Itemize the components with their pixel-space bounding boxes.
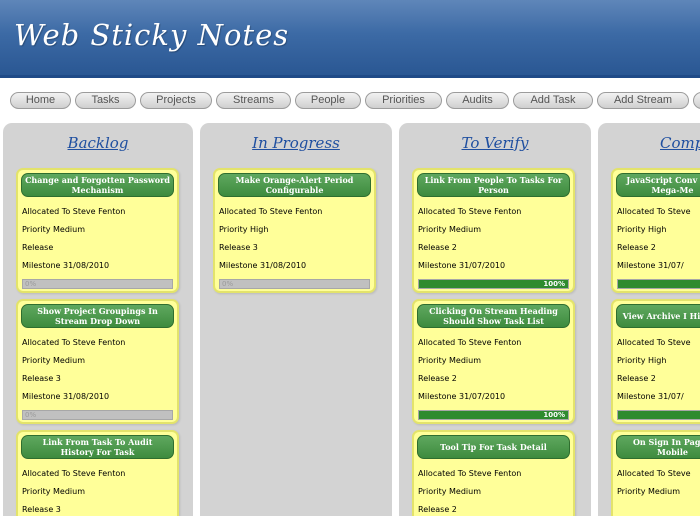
app-header: Web Sticky Notes <box>0 0 700 78</box>
sticky-note[interactable]: Clicking On Stream Heading Should Show T… <box>412 299 575 424</box>
note-title[interactable]: JavaScript Conv Into Mega-Me <box>616 173 700 197</box>
nav-priorities-button[interactable]: Priorities <box>365 92 442 109</box>
column-title[interactable]: To Verify <box>399 134 591 152</box>
nav-more-button[interactable] <box>693 92 700 109</box>
nav-people-button[interactable]: People <box>295 92 361 109</box>
note-progress-bar: 0% <box>22 279 173 289</box>
note-title[interactable]: View Archive I Hidden <box>616 304 700 328</box>
progress-fill <box>618 280 700 288</box>
note-title[interactable]: Tool Tip For Task Detail <box>417 435 570 459</box>
sticky-note[interactable]: Link From People To Tasks For Person All… <box>412 168 575 293</box>
note-allocated: Allocated To Steve <box>617 338 691 347</box>
note-release: Release 2 <box>617 243 656 252</box>
note-priority: Priority High <box>617 225 667 234</box>
note-allocated: Allocated To Steve Fenton <box>219 207 323 216</box>
column-complete: Comp JavaScript Conv Into Mega-Me Alloca… <box>598 123 700 516</box>
note-release: Release 3 <box>22 374 61 383</box>
note-title[interactable]: Clicking On Stream Heading Should Show T… <box>417 304 570 328</box>
note-allocated: Allocated To Steve Fenton <box>22 207 126 216</box>
note-allocated: Allocated To Steve Fenton <box>22 338 126 347</box>
sticky-note[interactable]: On Sign In Page I Mobile Allocated To St… <box>611 430 700 516</box>
note-release: Release 3 <box>22 505 61 514</box>
progress-label: 0% <box>25 280 37 288</box>
note-allocated: Allocated To Steve Fenton <box>22 469 126 478</box>
note-priority: Priority Medium <box>22 487 86 496</box>
column-title[interactable]: Comp <box>660 134 700 152</box>
note-priority: Priority Medium <box>22 225 86 234</box>
column-to-verify: To Verify Link From People To Tasks For … <box>399 123 591 516</box>
column-title[interactable]: In Progress <box>200 134 392 152</box>
sticky-note[interactable]: Tool Tip For Task Detail Allocated To St… <box>412 430 575 516</box>
note-progress-bar <box>617 279 700 289</box>
progress-label: 100% <box>543 280 565 288</box>
note-allocated: Allocated To Steve Fenton <box>418 207 522 216</box>
note-milestone: Milestone 31/08/2010 <box>22 392 110 401</box>
note-progress-bar: 100% <box>418 410 569 420</box>
note-priority: Priority Medium <box>418 356 482 365</box>
note-title[interactable]: Link From Task To Audit History For Task <box>21 435 174 459</box>
nav-add-task-button[interactable]: Add Task <box>513 92 593 109</box>
sticky-note[interactable]: Change and Forgotten Password Mechanism … <box>16 168 179 293</box>
note-title[interactable]: Link From People To Tasks For Person <box>417 173 570 197</box>
app-title: Web Sticky Notes <box>14 18 290 52</box>
note-title[interactable]: Show Project Groupings In Stream Drop Do… <box>21 304 174 328</box>
progress-label: 0% <box>25 411 37 419</box>
note-milestone: Milestone 31/07/2010 <box>418 261 506 270</box>
progress-label: 100% <box>543 411 565 419</box>
nav-add-stream-button[interactable]: Add Stream <box>597 92 689 109</box>
note-priority: Priority Medium <box>617 487 681 496</box>
note-priority: Priority High <box>617 356 667 365</box>
column-in-progress: In Progress Make Orange-Alert Period Con… <box>200 123 392 516</box>
progress-label: 0% <box>222 280 234 288</box>
note-release: Release <box>22 243 54 252</box>
nav-bar: Home Tasks Projects Streams People Prior… <box>0 78 700 118</box>
note-allocated: Allocated To Steve <box>617 207 691 216</box>
note-release: Release 2 <box>418 505 457 514</box>
sticky-note[interactable]: Show Project Groupings In Stream Drop Do… <box>16 299 179 424</box>
note-allocated: Allocated To Steve Fenton <box>418 469 522 478</box>
note-progress-bar: 0% <box>22 410 173 420</box>
column-title[interactable]: Backlog <box>3 134 193 152</box>
note-title[interactable]: Make Orange-Alert Period Configurable <box>218 173 371 197</box>
progress-fill <box>618 411 700 419</box>
note-release: Release 2 <box>617 374 656 383</box>
note-priority: Priority Medium <box>418 487 482 496</box>
note-milestone: Milestone 31/07/ <box>617 392 684 401</box>
note-title[interactable]: Change and Forgotten Password Mechanism <box>21 173 174 197</box>
note-milestone: Milestone 31/07/2010 <box>418 392 506 401</box>
sticky-note[interactable]: Link From Task To Audit History For Task… <box>16 430 179 516</box>
sticky-note[interactable]: View Archive I Hidden Allocated To Steve… <box>611 299 700 424</box>
note-priority: Priority High <box>219 225 269 234</box>
note-milestone: Milestone 31/07/ <box>617 261 684 270</box>
column-backlog: Backlog Change and Forgotten Password Me… <box>3 123 193 516</box>
nav-streams-button[interactable]: Streams <box>216 92 291 109</box>
note-priority: Priority Medium <box>22 356 86 365</box>
sticky-note[interactable]: Make Orange-Alert Period Configurable Al… <box>213 168 376 293</box>
nav-home-button[interactable]: Home <box>10 92 71 109</box>
note-progress-bar: 100% <box>418 279 569 289</box>
note-release: Release 2 <box>418 374 457 383</box>
note-release: Release 2 <box>418 243 457 252</box>
note-milestone: Milestone 31/08/2010 <box>219 261 307 270</box>
sticky-note[interactable]: JavaScript Conv Into Mega-Me Allocated T… <box>611 168 700 293</box>
note-release: Release 3 <box>219 243 258 252</box>
note-allocated: Allocated To Steve <box>617 469 691 478</box>
nav-projects-button[interactable]: Projects <box>140 92 212 109</box>
nav-tasks-button[interactable]: Tasks <box>75 92 136 109</box>
note-title[interactable]: On Sign In Page I Mobile <box>616 435 700 459</box>
note-progress-bar <box>617 410 700 420</box>
nav-audits-button[interactable]: Audits <box>446 92 509 109</box>
note-milestone: Milestone 31/08/2010 <box>22 261 110 270</box>
note-progress-bar: 0% <box>219 279 370 289</box>
note-allocated: Allocated To Steve Fenton <box>418 338 522 347</box>
note-priority: Priority Medium <box>418 225 482 234</box>
